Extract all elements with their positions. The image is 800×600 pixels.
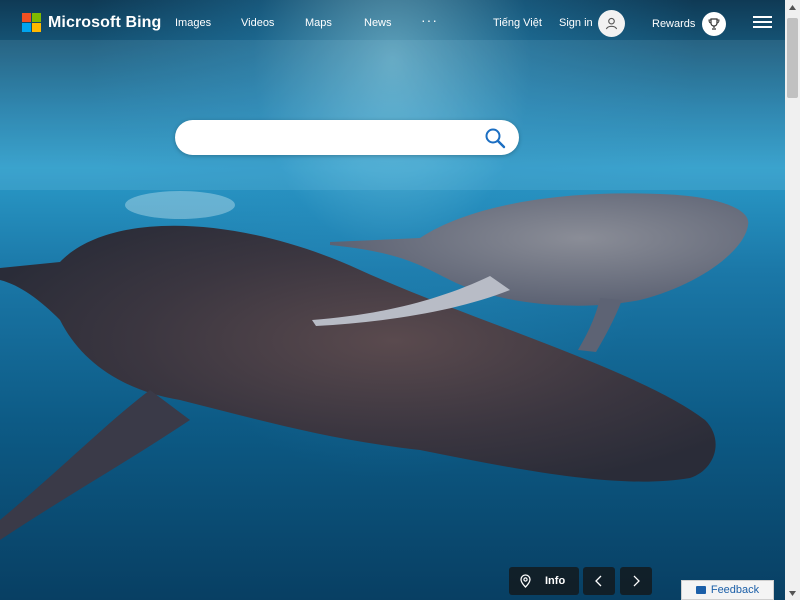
- feedback-icon: [695, 586, 706, 594]
- hamburger-menu-icon[interactable]: [753, 16, 772, 30]
- top-header: Microsoft Bing Images Videos Maps News ·…: [0, 0, 785, 46]
- feedback-button[interactable]: Feedback: [681, 580, 774, 600]
- user-avatar-icon[interactable]: [598, 10, 625, 37]
- location-pin-icon: [520, 574, 531, 588]
- scroll-up-arrow-icon[interactable]: [785, 0, 800, 14]
- language-link[interactable]: Tiếng Việt: [493, 17, 542, 29]
- sign-in-link[interactable]: Sign in: [559, 17, 593, 29]
- scroll-down-arrow-icon[interactable]: [785, 586, 800, 600]
- feedback-label: Feedback: [710, 584, 760, 596]
- next-image-button[interactable]: [620, 567, 652, 595]
- trophy-icon[interactable]: [702, 12, 726, 36]
- chevron-right-icon: [633, 575, 640, 587]
- whale-illustration: [0, 40, 785, 540]
- previous-image-button[interactable]: [583, 567, 615, 595]
- search-input[interactable]: [191, 128, 475, 150]
- search-icon[interactable]: [484, 127, 506, 149]
- brand-name: Microsoft Bing: [48, 13, 162, 31]
- bing-logo[interactable]: Microsoft Bing: [22, 13, 161, 32]
- info-button[interactable]: Info: [509, 567, 579, 595]
- nav-maps[interactable]: Maps: [305, 17, 332, 29]
- nav-news[interactable]: News: [364, 17, 392, 29]
- nav-more-button[interactable]: ···: [421, 12, 438, 28]
- vertical-scrollbar[interactable]: [785, 0, 800, 600]
- search-box: [175, 120, 519, 155]
- nav-videos[interactable]: Videos: [241, 17, 274, 29]
- nav-images[interactable]: Images: [175, 17, 211, 29]
- info-label: Info: [545, 575, 566, 587]
- chevron-left-icon: [595, 575, 602, 587]
- rewards-link[interactable]: Rewards: [652, 18, 695, 30]
- microsoft-logo-icon: [22, 13, 41, 32]
- scrollbar-thumb[interactable]: [787, 18, 798, 98]
